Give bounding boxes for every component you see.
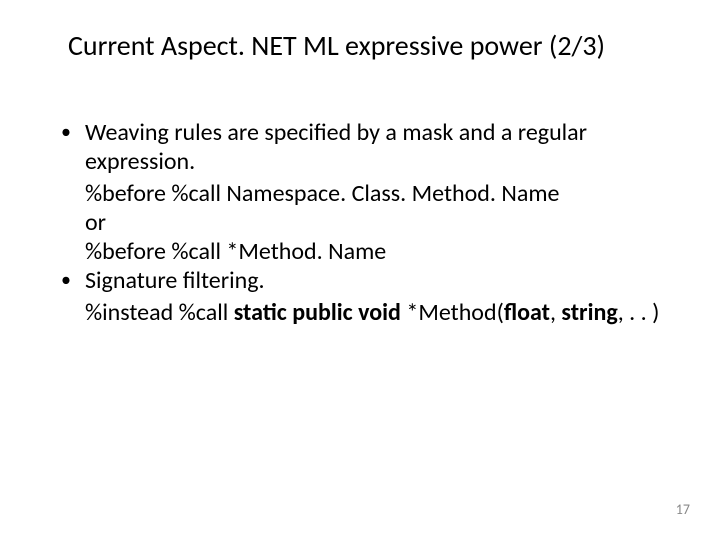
text-run: , — [550, 298, 561, 327]
bullet-continuation: %instead %call static public void *Metho… — [55, 298, 660, 327]
text-run: *Method( — [401, 298, 504, 327]
page-number: 17 — [676, 501, 690, 518]
bullet-list: Signature filtering. — [55, 266, 660, 295]
bullet-continuation: %before %call *Method. Name — [55, 237, 660, 266]
bullet-continuation: %before %call Namespace. Class. Method. … — [55, 179, 660, 208]
bold-run: float — [504, 298, 550, 327]
text-run: , . . ) — [618, 298, 660, 327]
text-run: %instead %call — [85, 298, 234, 327]
list-item: Weaving rules are specified by a mask an… — [55, 118, 660, 177]
bullet-list: Weaving rules are specified by a mask an… — [55, 118, 660, 177]
slide-title: Current Aspect. NET ML expressive power … — [68, 30, 700, 62]
bullet-lead: Signature filtering. — [85, 266, 265, 295]
list-item: Signature filtering. — [55, 266, 660, 295]
slide: Current Aspect. NET ML expressive power … — [0, 0, 720, 540]
bold-run: static public void — [234, 298, 401, 327]
bullet-continuation: or — [55, 208, 660, 237]
slide-body: Weaving rules are specified by a mask an… — [55, 118, 660, 327]
bold-run: string — [561, 298, 617, 327]
bullet-lead: Weaving rules are specified by a mask an… — [85, 118, 587, 176]
